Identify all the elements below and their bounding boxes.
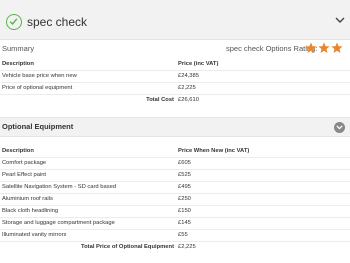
row-price: £145 [176,216,350,229]
table-row: Comfort package £605 [0,156,350,169]
row-price: £55 [176,228,350,241]
rating-label: spec check Options Rating: [226,44,318,53]
header-title: spec check [27,15,88,29]
table-row: Vehicle base price when new £24,385 [0,69,350,82]
summary-table: Description Price (inc VAT) Vehicle base… [0,58,350,106]
row-description: Comfort package [0,156,176,169]
table-row: Black cloth headlining £150 [0,204,350,217]
check-circle-icon [6,14,22,30]
table-header-row: Description Price When New (inc VAT) [0,145,350,157]
summary-label: Summary [2,44,35,53]
row-price: £150 [176,204,350,217]
chevron-down-icon[interactable] [335,17,345,24]
total-cost-label: Total Cost [0,93,176,106]
row-price: £250 [176,192,350,205]
row-description: Satellite Navigation System - SD card ba… [0,180,176,193]
table-row: Satellite Navigation System - SD card ba… [0,180,350,193]
total-optional-value: £2,225 [176,240,350,253]
row-price: £525 [176,168,350,181]
row-description: Black cloth headlining [0,204,176,217]
row-description: Vehicle base price when new [0,69,176,82]
spec-check-header[interactable]: spec check [0,0,350,40]
optional-equipment-header[interactable]: Optional Equipment [0,117,350,137]
row-description: Pearl Effect paint [0,168,176,181]
table-row: Storage and luggage compartment package … [0,216,350,229]
row-price: £24,385 [176,69,350,82]
total-row: Total Price of Optional Equipment £2,225 [0,240,350,253]
optional-equipment-table: Description Price When New (inc VAT) Com… [0,145,350,253]
table-row: Price of optional equipment £2,225 [0,81,350,94]
column-header: Price When New (inc VAT) [178,147,250,154]
total-optional-label: Total Price of Optional Equipment [0,240,176,253]
total-cost-value: £26,610 [176,93,350,106]
column-header: Description [2,147,34,154]
table-row: Illuminated vanity mirrors £55 [0,228,350,241]
star-icon [331,42,343,53]
total-row: Total Cost £26,610 [0,93,350,106]
row-description: Storage and luggage compartment package [0,216,176,229]
row-price: £605 [176,156,350,169]
column-header: Description [2,60,34,67]
star-icon [305,42,317,53]
table-row: Aluminium roof rails £250 [0,192,350,205]
column-header: Price (inc VAT) [178,60,219,67]
row-price: £495 [176,180,350,193]
star-icon [318,42,330,53]
row-description: Aluminium roof rails [0,192,176,205]
section-title: Optional Equipment [2,122,74,131]
row-description: Price of optional equipment [0,81,176,94]
table-header-row: Description Price (inc VAT) [0,58,350,70]
row-price: £2,225 [176,81,350,94]
chevron-down-circle-icon[interactable] [334,122,345,133]
table-row: Pearl Effect paint £525 [0,168,350,181]
row-description: Illuminated vanity mirrors [0,228,176,241]
